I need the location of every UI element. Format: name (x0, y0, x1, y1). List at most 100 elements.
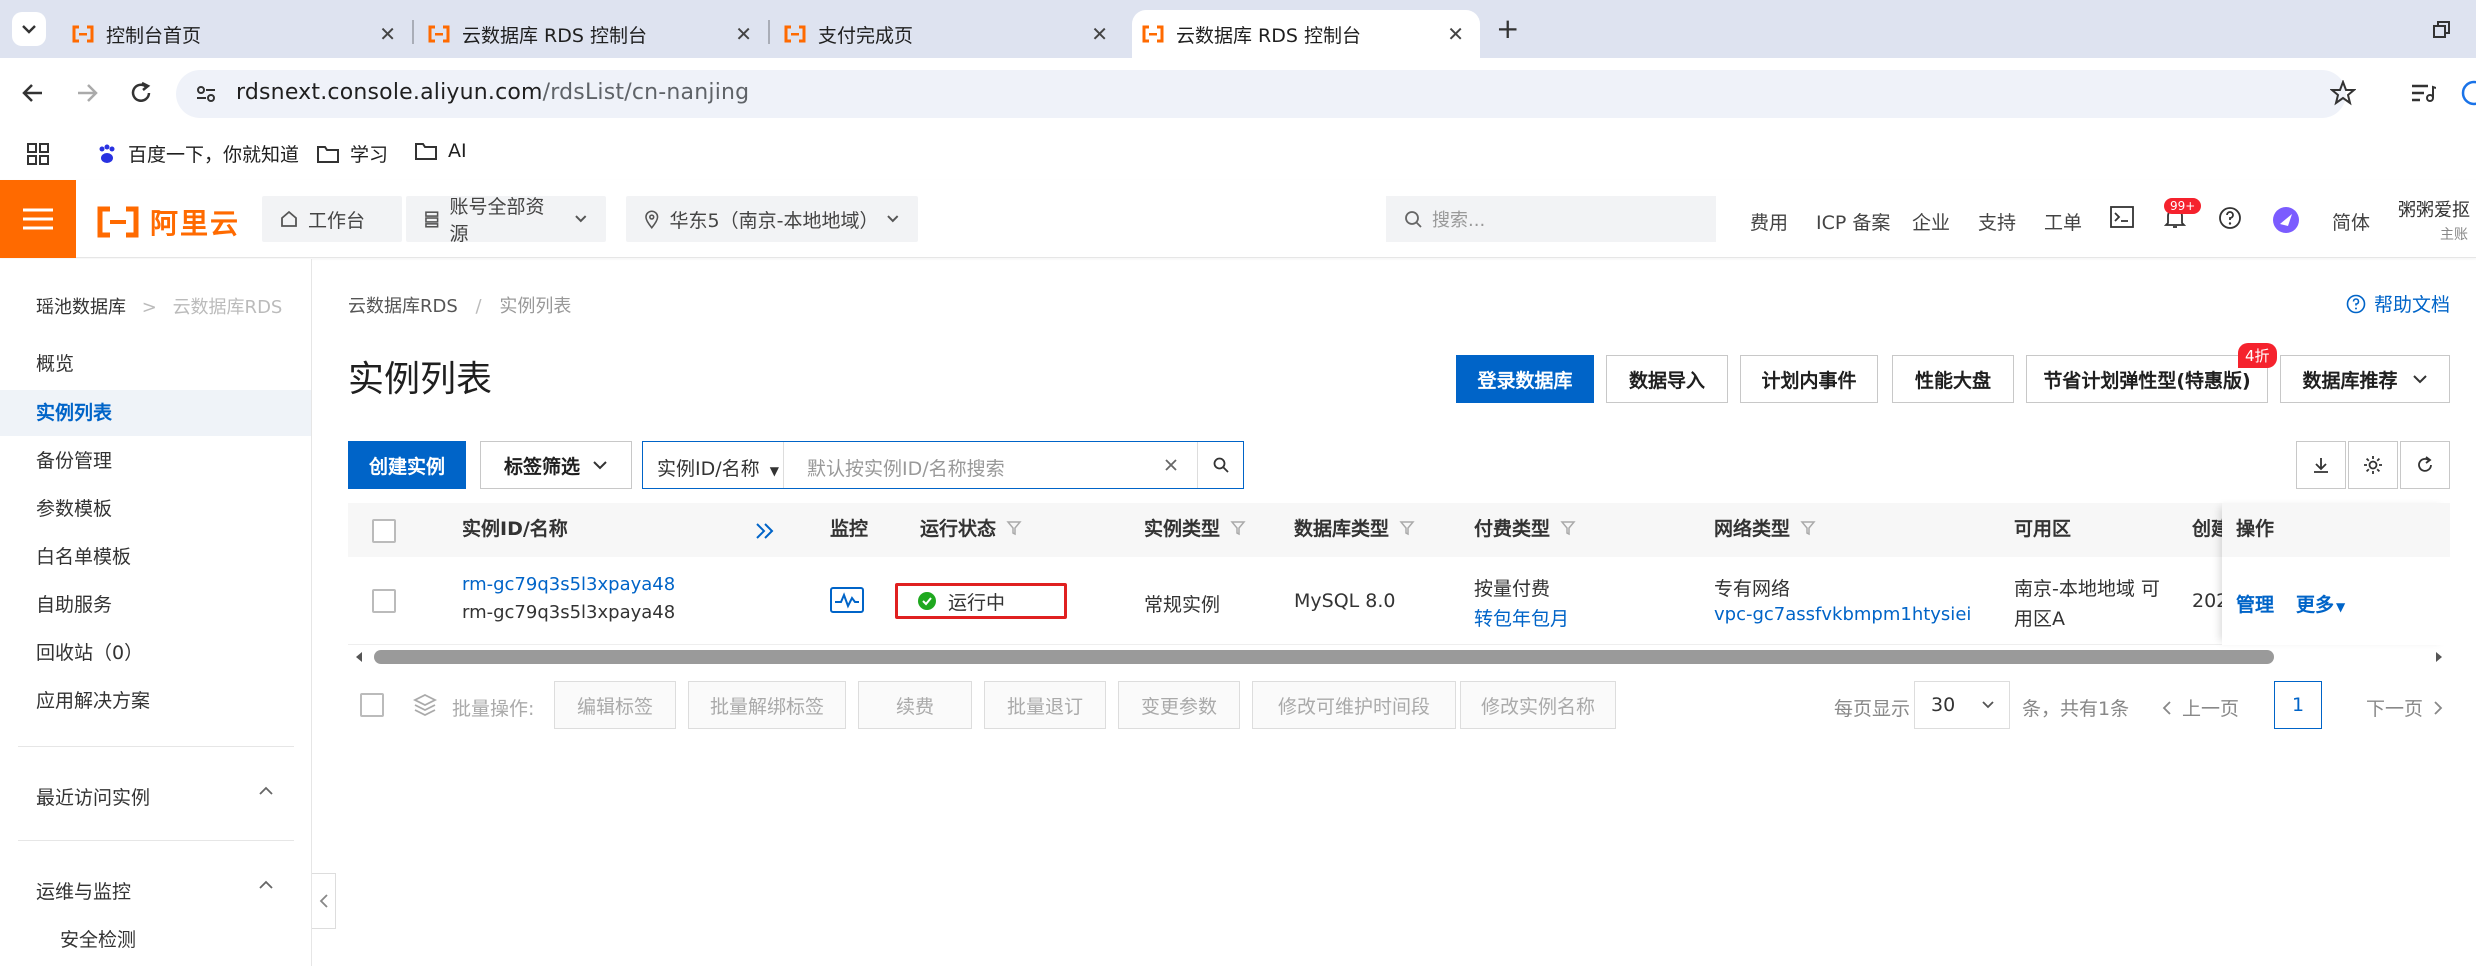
close-tab-icon[interactable]: ✕ (1091, 22, 1108, 46)
filter-funnel-icon[interactable] (1560, 520, 1576, 536)
sidebar-item-whitelist-templates[interactable]: 白名单模板 (0, 534, 311, 580)
profile-avatar-icon[interactable] (2460, 80, 2476, 106)
cloud-shell-terminal-icon[interactable] (2110, 206, 2134, 228)
nav-link-billing[interactable]: 费用 (1750, 208, 1788, 235)
savings-plan-button[interactable]: 节省计划弹性型(特惠版) (2026, 355, 2268, 403)
col-header-instance-type[interactable]: 实例类型 (1144, 514, 1246, 541)
search-submit-button[interactable] (1197, 442, 1244, 488)
console-search-input[interactable]: 搜索... (1386, 196, 1716, 242)
sidebar-item-solutions[interactable]: 应用解决方案 (0, 678, 311, 724)
language-switch[interactable]: 简体 (2332, 208, 2370, 235)
breadcrumb-root[interactable]: 云数据库RDS (348, 296, 458, 317)
bulk-rename-button[interactable]: 修改实例名称 (1460, 681, 1616, 729)
row-checkbox[interactable] (372, 589, 396, 613)
instance-search-input[interactable]: 默认按实例ID/名称搜索 (807, 454, 1005, 481)
nav-link-icp[interactable]: ICP 备案 (1816, 208, 1890, 235)
bookmark-star-icon[interactable] (2330, 80, 2356, 106)
resource-group-select[interactable]: 账号全部资源 (406, 196, 606, 245)
browser-tab-1[interactable]: 控制台首页 ✕ (72, 10, 412, 58)
tab-search-button[interactable] (12, 12, 46, 46)
media-list-icon[interactable] (2410, 82, 2436, 104)
table-horizontal-scrollbar[interactable] (348, 646, 2450, 668)
close-tab-icon[interactable]: ✕ (1447, 22, 1464, 46)
scrollbar-thumb[interactable] (374, 650, 2274, 664)
login-database-button[interactable]: 登录数据库 (1456, 355, 1594, 403)
bulk-change-params-button[interactable]: 变更参数 (1118, 681, 1240, 729)
sidebar-item-security-check[interactable]: 安全检测 (60, 925, 136, 952)
performance-dashboard-button[interactable]: 性能大盘 (1892, 355, 2014, 403)
close-tab-icon[interactable]: ✕ (379, 22, 396, 46)
ai-assistant-icon[interactable] (2272, 206, 2300, 234)
scroll-right-arrow-icon[interactable] (2434, 651, 2444, 663)
col-header-db-type[interactable]: 数据库类型 (1294, 514, 1415, 541)
browser-tab-3[interactable]: 支付完成页 ✕ (784, 10, 1124, 58)
bulk-edit-tags-button[interactable]: 编辑标签 (554, 681, 676, 729)
search-type-select[interactable]: 实例ID/名称 ▼ (657, 454, 779, 481)
url-text[interactable]: rdsnext.console.aliyun.com/rdsList/cn-na… (236, 80, 749, 105)
vpc-id-link[interactable]: vpc-gc7assfvkbmpm1htysiei (1714, 604, 1971, 625)
manage-link[interactable]: 管理 (2236, 590, 2274, 617)
bookmark-folder-study[interactable]: 学习 (316, 140, 388, 167)
close-tab-icon[interactable]: ✕ (735, 22, 752, 46)
next-page-button[interactable]: 下一页 (2366, 694, 2443, 721)
bulk-maintenance-window-button[interactable]: 修改可维护时间段 (1252, 681, 1456, 729)
bulk-renew-button[interactable]: 续费 (858, 681, 972, 729)
per-page-select[interactable]: 30 (1914, 681, 2010, 729)
menu-hamburger-button[interactable] (0, 180, 76, 258)
bookmark-folder-ai[interactable]: AI (414, 140, 467, 162)
forward-arrow-icon[interactable] (74, 80, 100, 106)
more-dropdown[interactable]: 更多 ▼ (2296, 590, 2345, 617)
sidebar-item-overview[interactable]: 概览 (0, 341, 311, 387)
reload-icon[interactable] (128, 80, 154, 106)
data-import-button[interactable]: 数据导入 (1606, 355, 1728, 403)
scroll-left-arrow-icon[interactable] (354, 651, 364, 663)
col-header-status[interactable]: 运行状态 (920, 514, 1022, 541)
refresh-button[interactable] (2400, 441, 2450, 489)
filter-funnel-icon[interactable] (1800, 520, 1816, 536)
bulk-unsubscribe-button[interactable]: 批量退订 (984, 681, 1106, 729)
double-chevron-right-icon[interactable] (754, 522, 776, 540)
chevron-up-icon[interactable] (258, 879, 274, 891)
filter-funnel-icon[interactable] (1230, 520, 1246, 536)
nav-link-ticket[interactable]: 工单 (2044, 208, 2082, 235)
sidebar-collapse-handle[interactable] (312, 873, 336, 929)
filter-funnel-icon[interactable] (1399, 520, 1415, 536)
sidebar-item-backup[interactable]: 备份管理 (0, 438, 311, 484)
col-header-network-type[interactable]: 网络类型 (1714, 514, 1816, 541)
bookmark-baidu[interactable]: 百度一下，你就知道 (96, 140, 299, 167)
column-settings-button[interactable] (2348, 441, 2398, 489)
convert-subscription-link[interactable]: 转包年包月 (1474, 604, 1569, 631)
help-question-icon[interactable] (2218, 206, 2242, 230)
restore-window-icon[interactable] (2432, 20, 2452, 40)
chevron-up-icon[interactable] (258, 785, 274, 797)
page-number-current[interactable]: 1 (2274, 681, 2322, 729)
instance-id-link[interactable]: rm-gc79q3s5l3xpaya48 (462, 574, 675, 595)
nav-link-support[interactable]: 支持 (1978, 208, 2016, 235)
new-tab-plus-icon[interactable]: + (1496, 12, 1519, 45)
sidebar-crumb-root[interactable]: 瑶池数据库 (36, 297, 126, 318)
aliyun-logo[interactable]: 阿里云 (96, 202, 240, 242)
create-instance-button[interactable]: 创建实例 (348, 441, 466, 489)
sidebar-item-recycle-bin[interactable]: 回收站（0） (0, 630, 311, 676)
site-settings-icon[interactable] (194, 82, 218, 106)
browser-tab-4-active[interactable]: 云数据库 RDS 控制台 ✕ (1132, 10, 1480, 58)
db-recommend-button[interactable]: 数据库推荐 (2280, 355, 2450, 403)
sidebar-item-self-service[interactable]: 自助服务 (0, 582, 311, 628)
help-docs-link[interactable]: 帮助文档 (2346, 290, 2450, 317)
browser-tab-2[interactable]: 云数据库 RDS 控制台 ✕ (428, 10, 768, 58)
sidebar-group-ops-monitoring[interactable]: 运维与监控 (36, 877, 131, 904)
clear-icon[interactable] (1160, 454, 1182, 476)
nav-link-enterprise[interactable]: 企业 (1912, 208, 1950, 235)
sidebar-item-instances[interactable]: 实例列表 (0, 390, 311, 436)
user-name[interactable]: 粥粥爱抠 (2398, 196, 2470, 222)
back-arrow-icon[interactable] (20, 80, 46, 106)
sidebar-group-recent[interactable]: 最近访问实例 (36, 783, 150, 810)
export-download-button[interactable] (2296, 441, 2346, 489)
planned-events-button[interactable]: 计划内事件 (1740, 355, 1878, 403)
monitor-chart-icon[interactable] (830, 587, 864, 613)
region-select[interactable]: 华东5（南京-本地地域） (626, 196, 918, 242)
sidebar-item-param-templates[interactable]: 参数模板 (0, 486, 311, 532)
workbench-button[interactable]: 工作台 (262, 196, 402, 242)
bulk-select-checkbox[interactable] (360, 693, 384, 717)
apps-grid-icon[interactable] (26, 142, 50, 166)
